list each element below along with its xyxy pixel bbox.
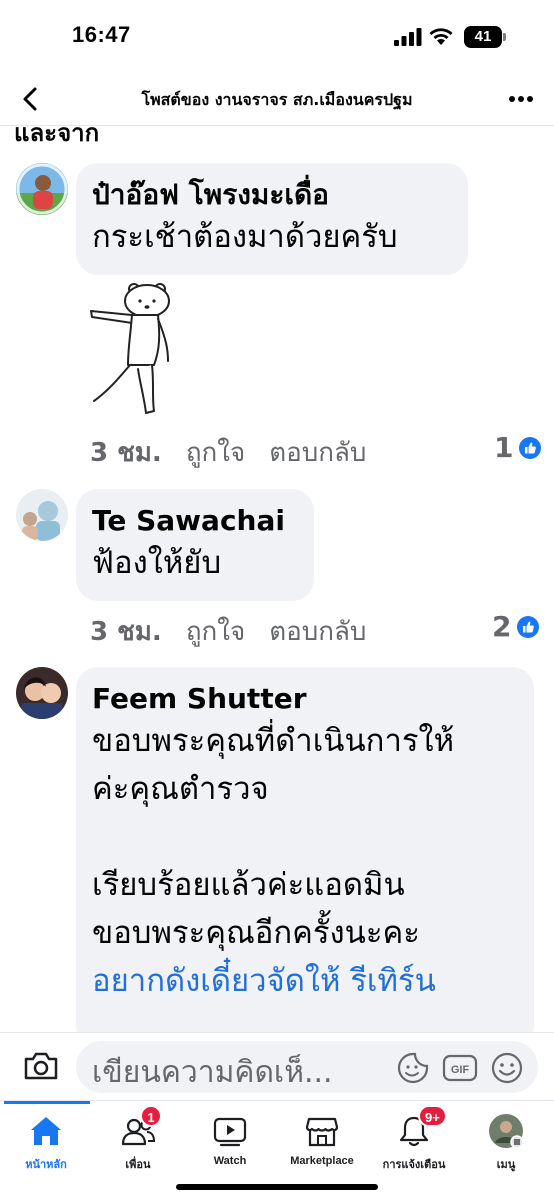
bear-sticker bbox=[90, 283, 170, 414]
wifi-icon bbox=[429, 28, 453, 45]
comment-line-blank bbox=[92, 813, 518, 861]
post-header: โพสต์ของ งานจราจร สภ.เมืองนครปฐม bbox=[0, 74, 554, 126]
marketplace-icon bbox=[305, 1117, 339, 1147]
tab-marketplace[interactable]: Marketplace bbox=[276, 1109, 368, 1171]
reaction-number: 2 bbox=[492, 610, 512, 643]
avatar-photo bbox=[16, 163, 68, 215]
notification-badge: 9+ bbox=[418, 1105, 447, 1127]
reaction-number: 1 bbox=[494, 431, 514, 464]
svg-text:GIF: GIF bbox=[451, 1064, 470, 1076]
comment-link[interactable]: อยากดังเดี๋ยวจัดให้ รีเทิร์น bbox=[92, 957, 518, 1005]
reaction-count[interactable]: 2 bbox=[492, 610, 540, 643]
tab-notifications[interactable]: 9+ การแจ้งเตือน bbox=[368, 1105, 460, 1171]
comment-line: ค่ะคุณตำรวจ bbox=[92, 771, 269, 807]
comment-author[interactable]: Te Sawachai bbox=[92, 503, 298, 539]
more-options-button[interactable] bbox=[506, 86, 536, 112]
home-icon bbox=[31, 1117, 61, 1145]
comment-author[interactable]: Feem Shutter bbox=[92, 681, 518, 717]
gif-icon[interactable]: GIF bbox=[442, 1053, 478, 1083]
tab-label: เมนู bbox=[496, 1159, 516, 1171]
comment-composer: เขียนความคิดเห็... GIF bbox=[0, 1032, 554, 1100]
comment-author[interactable]: ป๋าอ๊อฟ โพรงมะเดื่อ bbox=[92, 177, 452, 213]
comment-line: ขอบพระคุณอีกครั้งนะคะ bbox=[92, 915, 420, 951]
reaction-count[interactable]: 1 bbox=[494, 431, 542, 464]
emoji-icon[interactable] bbox=[490, 1051, 524, 1085]
tab-label: Marketplace bbox=[290, 1155, 354, 1167]
watch-icon bbox=[213, 1117, 247, 1147]
previous-comment-text: และจาก bbox=[14, 127, 100, 147]
tab-label: เพื่อน bbox=[125, 1159, 151, 1171]
camera-icon[interactable] bbox=[22, 1047, 60, 1085]
reply-link[interactable]: ตอบกลับ bbox=[269, 432, 366, 473]
battery-icon: 41 bbox=[464, 26, 506, 48]
like-reaction-icon bbox=[519, 436, 542, 459]
comment-bubble[interactable]: Feem Shutter ขอบพระคุณที่ดำเนินการให้ ค่… bbox=[76, 667, 534, 1032]
like-link[interactable]: ถูกใจ bbox=[186, 432, 245, 473]
home-indicator bbox=[176, 1184, 378, 1190]
status-time: 16:47 bbox=[72, 22, 131, 47]
tab-label: การแจ้งเตือน bbox=[382, 1159, 446, 1171]
avatar[interactable] bbox=[16, 489, 68, 541]
tab-menu[interactable]: เมนู bbox=[460, 1109, 552, 1171]
menu-avatar-icon bbox=[489, 1114, 524, 1149]
comment-meta: 3 ชม. ถูกใจ ตอบกลับ bbox=[90, 611, 366, 652]
comment-time[interactable]: 3 ชม. bbox=[90, 432, 162, 473]
comment-feed[interactable]: และจาก ป๋าอ๊อฟ โพรงมะเดื่อ กระเช้าต้องมา… bbox=[0, 127, 554, 1032]
tab-label: หน้าหลัก bbox=[25, 1159, 67, 1171]
like-link[interactable]: ถูกใจ bbox=[186, 611, 245, 652]
tab-watch[interactable]: Watch bbox=[184, 1109, 276, 1171]
page-title: โพสต์ของ งานจราจร สภ.เมืองนครปฐม bbox=[141, 90, 413, 109]
comment-meta: 3 ชม. ถูกใจ ตอบกลับ bbox=[90, 432, 366, 473]
battery-level: 41 bbox=[464, 26, 502, 48]
active-tab-indicator bbox=[4, 1101, 90, 1104]
comment-placeholder: เขียนความคิดเห็... bbox=[92, 1055, 333, 1090]
comment-bubble[interactable]: ป๋าอ๊อฟ โพรงมะเดื่อ กระเช้าต้องมาด้วยครั… bbox=[76, 163, 468, 275]
sticker-icon[interactable] bbox=[396, 1051, 430, 1085]
comment-bubble[interactable]: Te Sawachai ฟ้องให้ยับ bbox=[76, 489, 314, 601]
notification-badge: 1 bbox=[140, 1105, 162, 1127]
signal-icon bbox=[394, 28, 422, 46]
reply-link[interactable]: ตอบกลับ bbox=[269, 611, 366, 652]
tab-label: Watch bbox=[213, 1155, 247, 1167]
status-bar: 16:47 41 bbox=[0, 0, 554, 74]
comment-input[interactable]: เขียนความคิดเห็... GIF bbox=[76, 1041, 538, 1093]
avatar[interactable] bbox=[16, 163, 68, 215]
back-button[interactable] bbox=[18, 86, 44, 112]
like-reaction-icon bbox=[517, 615, 540, 638]
comment-line: ขอบพระคุณที่ดำเนินการให้ bbox=[92, 723, 455, 759]
comment-line: เรียบร้อยแล้วค่ะแอดมิน bbox=[92, 867, 405, 903]
avatar[interactable] bbox=[16, 667, 68, 719]
comment-time[interactable]: 3 ชม. bbox=[90, 611, 162, 652]
tab-home[interactable]: หน้าหลัก bbox=[0, 1109, 92, 1171]
avatar-photo bbox=[16, 489, 68, 541]
tab-friends[interactable]: 1 เพื่อน bbox=[92, 1105, 184, 1171]
comment-text: ฟ้องให้ยับ bbox=[92, 545, 222, 581]
comment-text: กระเช้าต้องมาด้วยครับ bbox=[92, 219, 398, 255]
avatar-photo bbox=[16, 667, 68, 719]
